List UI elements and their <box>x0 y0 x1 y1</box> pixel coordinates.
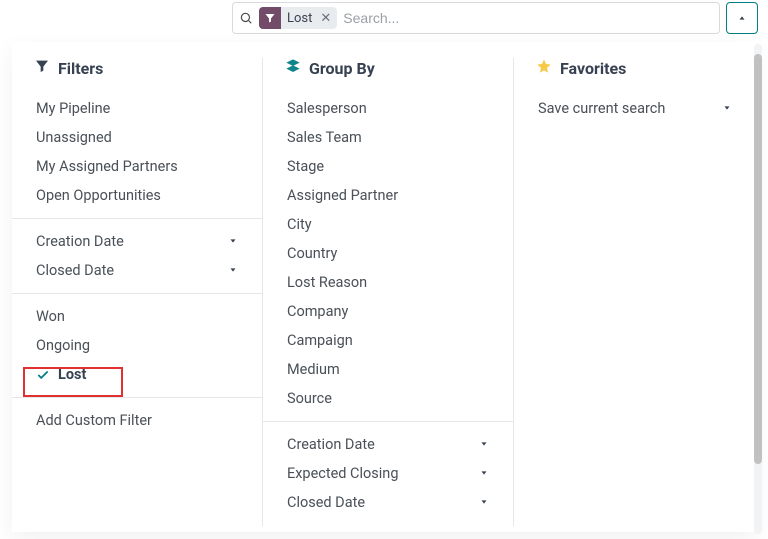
search-facet-lost[interactable]: Lost ✕ <box>259 7 337 29</box>
filter-ongoing[interactable]: Ongoing <box>34 331 240 360</box>
chevron-down-icon <box>479 465 489 482</box>
favorites-column: Favorites Save current search <box>514 56 756 532</box>
filter-icon <box>34 58 50 78</box>
check-icon <box>36 368 50 382</box>
scrollbar[interactable] <box>752 42 762 532</box>
groupby-creation-date[interactable]: Creation Date <box>285 430 491 459</box>
groupby-expected-closing[interactable]: Expected Closing <box>285 459 491 488</box>
collapse-search-panel-button[interactable] <box>726 2 758 34</box>
divider <box>12 293 262 294</box>
search-icon <box>239 11 253 25</box>
groupby-country[interactable]: Country <box>285 239 491 268</box>
groupby-column: Group By Salesperson Sales Team Stage As… <box>263 56 513 532</box>
groupby-campaign[interactable]: Campaign <box>285 326 491 355</box>
filters-column: Filters My Pipeline Unassigned My Assign… <box>12 56 262 532</box>
groupby-assigned-partner[interactable]: Assigned Partner <box>285 181 491 210</box>
divider <box>12 397 262 398</box>
filter-lost[interactable]: Lost <box>34 360 240 389</box>
chevron-down-icon <box>479 494 489 511</box>
layers-icon <box>285 58 301 78</box>
filter-icon <box>259 7 281 29</box>
groupby-city[interactable]: City <box>285 210 491 239</box>
filter-my-pipeline[interactable]: My Pipeline <box>34 94 240 123</box>
filter-won[interactable]: Won <box>34 302 240 331</box>
chevron-down-icon <box>722 100 732 117</box>
favorites-header: Favorites <box>536 56 734 80</box>
divider <box>12 218 262 219</box>
filters-header: Filters <box>34 56 240 80</box>
filter-my-assigned-partners[interactable]: My Assigned Partners <box>34 152 240 181</box>
star-icon <box>536 58 552 78</box>
filter-creation-date[interactable]: Creation Date <box>34 227 240 256</box>
groupby-stage[interactable]: Stage <box>285 152 491 181</box>
save-current-search[interactable]: Save current search <box>536 94 734 123</box>
groupby-closed-date[interactable]: Closed Date <box>285 488 491 517</box>
groupby-lost-reason[interactable]: Lost Reason <box>285 268 491 297</box>
groupby-sales-team[interactable]: Sales Team <box>285 123 491 152</box>
search-bar[interactable]: Lost ✕ <box>232 2 720 34</box>
groupby-medium[interactable]: Medium <box>285 355 491 384</box>
facet-remove-icon[interactable]: ✕ <box>318 12 337 25</box>
filter-open-opportunities[interactable]: Open Opportunities <box>34 181 240 210</box>
chevron-down-icon <box>228 233 238 250</box>
groupby-company[interactable]: Company <box>285 297 491 326</box>
facet-label: Lost <box>281 11 318 26</box>
search-options-panel: Filters My Pipeline Unassigned My Assign… <box>12 42 756 532</box>
add-custom-filter[interactable]: Add Custom Filter <box>34 406 240 435</box>
groupby-salesperson[interactable]: Salesperson <box>285 94 491 123</box>
groupby-source[interactable]: Source <box>285 384 491 413</box>
filter-unassigned[interactable]: Unassigned <box>34 123 240 152</box>
chevron-down-icon <box>228 262 238 279</box>
divider <box>263 421 513 422</box>
chevron-down-icon <box>479 436 489 453</box>
filter-closed-date[interactable]: Closed Date <box>34 256 240 285</box>
search-input[interactable] <box>343 10 713 26</box>
groupby-header: Group By <box>285 56 491 80</box>
